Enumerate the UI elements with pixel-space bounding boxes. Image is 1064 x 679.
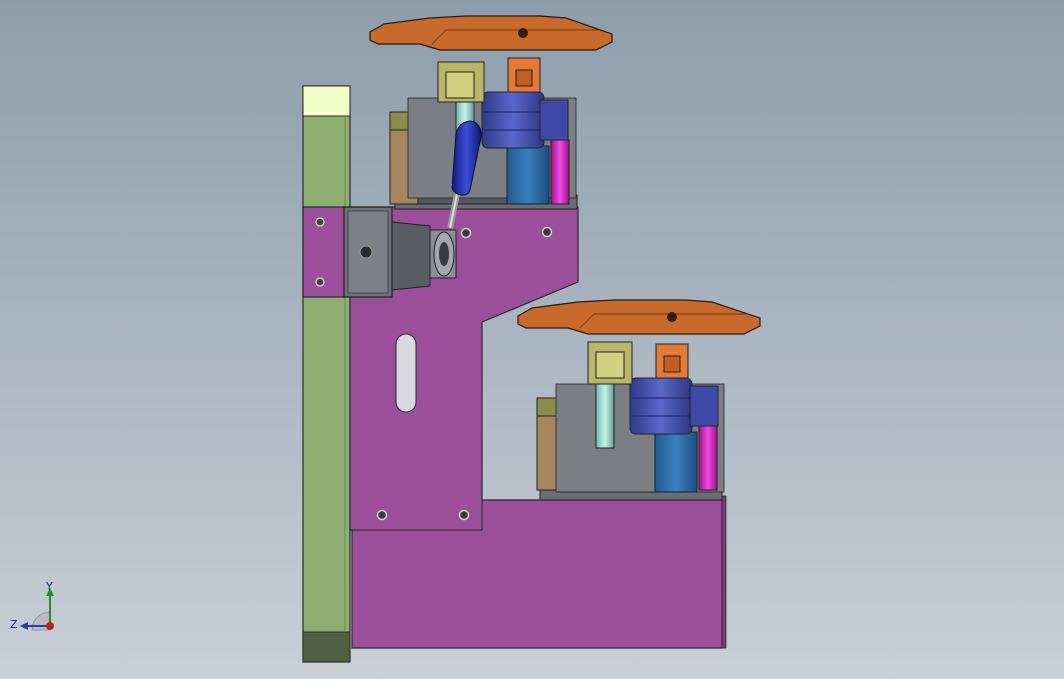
lower-gripper-jaw: [517, 299, 761, 335]
vertical-rail[interactable]: [302, 85, 351, 663]
cad-viewport[interactable]: Y Z: [0, 0, 1064, 679]
upper-gripper-assembly[interactable]: [369, 15, 613, 229]
rail-top-cap: [302, 85, 351, 117]
lower-gripper-assembly[interactable]: [517, 299, 761, 501]
bolt-hole: [458, 509, 470, 521]
bolt-hole: [541, 226, 553, 238]
pneumatic-cylinder: [481, 91, 545, 149]
bolt-hole: [376, 509, 388, 521]
axis-y-label: Y: [45, 580, 53, 593]
magenta-part: [550, 139, 570, 205]
bolt-hole: [460, 227, 472, 239]
adjustment-slot: [395, 333, 417, 413]
coordinate-triad-icon: Y Z: [10, 580, 54, 631]
axis-z-label: Z: [10, 618, 18, 631]
upper-gripper-jaw: [369, 15, 613, 51]
blue-sensor-can: [506, 145, 550, 205]
side-mount-plate[interactable]: [302, 206, 348, 298]
fixture-3d-model[interactable]: [0, 0, 1064, 679]
rail-bottom-cap: [302, 631, 351, 663]
